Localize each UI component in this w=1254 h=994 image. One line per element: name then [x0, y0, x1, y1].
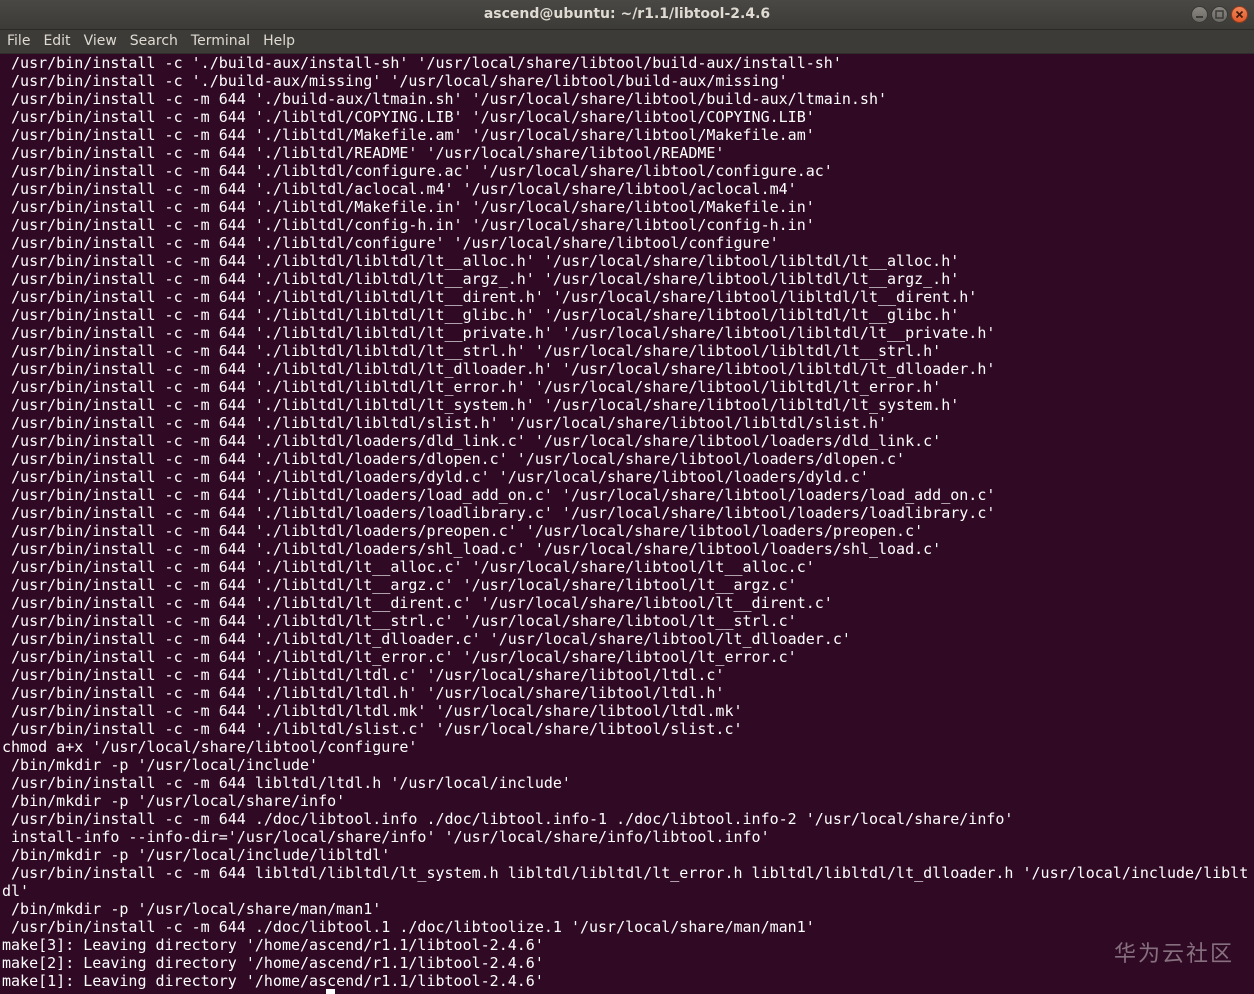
window-controls	[1188, 6, 1248, 23]
terminal-line: /usr/bin/install -c -m 644 './libltdl/li…	[2, 252, 960, 270]
terminal-line: /usr/bin/install -c -m 644 './build-aux/…	[2, 90, 888, 108]
terminal-line: /usr/bin/install -c './build-aux/install…	[2, 54, 842, 72]
terminal-line: /usr/bin/install -c -m 644 './libltdl/CO…	[2, 108, 815, 126]
title-bar[interactable]: ascend@ubuntu: ~/r1.1/libtool-2.4.6	[0, 0, 1254, 30]
terminal-line: /usr/bin/install -c -m 644 './libltdl/co…	[2, 216, 815, 234]
minimize-button[interactable]	[1191, 6, 1208, 23]
terminal-line: /usr/bin/install -c -m 644 './libltdl/lo…	[2, 468, 869, 486]
terminal-line: /usr/bin/install -c -m 644 './libltdl/lo…	[2, 432, 942, 450]
menu-view[interactable]: View	[77, 30, 123, 53]
menu-search[interactable]: Search	[123, 30, 184, 53]
terminal-line: /usr/bin/install -c -m 644 './libltdl/RE…	[2, 144, 725, 162]
terminal-line: /usr/bin/install -c -m 644 './libltdl/lt…	[2, 702, 743, 720]
terminal-line: /usr/bin/install -c -m 644 './libltdl/li…	[2, 288, 978, 306]
terminal-line: /usr/bin/install -c -m 644 libltdl/liblt…	[2, 864, 1249, 882]
terminal-line: /usr/bin/install -c -m 644 './libltdl/co…	[2, 234, 779, 252]
terminal-line: /usr/bin/install -c -m 644 ./doc/libtool…	[2, 810, 1014, 828]
terminal-line: /usr/bin/install -c -m 644 './libltdl/lt…	[2, 630, 851, 648]
terminal-line: make[2]: Leaving directory '/home/ascend…	[2, 954, 544, 972]
terminal-line: /usr/bin/install -c -m 644 './libltdl/co…	[2, 162, 833, 180]
terminal-line: /usr/bin/install -c -m 644 './libltdl/lt…	[2, 594, 833, 612]
terminal-line: /usr/bin/install -c -m 644 './libltdl/lo…	[2, 450, 906, 468]
terminal-line: /usr/bin/install -c -m 644 './libltdl/li…	[2, 306, 960, 324]
terminal-line: /usr/bin/install -c -m 644 './libltdl/li…	[2, 324, 996, 342]
terminal-line: /usr/bin/install -c -m 644 './libltdl/lt…	[2, 612, 797, 630]
terminal-output[interactable]: /usr/bin/install -c './build-aux/install…	[0, 54, 1250, 994]
window-title: ascend@ubuntu: ~/r1.1/libtool-2.4.6	[483, 6, 771, 22]
terminal-line: /usr/bin/install -c -m 644 './libltdl/ac…	[2, 180, 797, 198]
terminal-line: /usr/bin/install -c -m 644 './libltdl/li…	[2, 396, 960, 414]
terminal-line: /usr/bin/install -c -m 644 './libltdl/lo…	[2, 540, 942, 558]
maximize-icon	[1215, 10, 1224, 19]
terminal-line: chmod a+x '/usr/local/share/libtool/conf…	[2, 738, 418, 756]
terminal-line: /usr/bin/install -c -m 644 './libltdl/Ma…	[2, 198, 815, 216]
terminal-line: /usr/bin/install -c -m 644 './libltdl/li…	[2, 414, 888, 432]
menu-edit[interactable]: Edit	[36, 30, 76, 53]
terminal-line: dl'	[2, 882, 30, 900]
terminal-line: make[1]: Leaving directory '/home/ascend…	[2, 972, 544, 990]
terminal-line: /usr/bin/install -c -m 644 './libltdl/lo…	[2, 522, 924, 540]
terminal-line: /usr/bin/install -c -m 644 './libltdl/lo…	[2, 486, 996, 504]
terminal-line: /usr/bin/install -c -m 644 './libltdl/sl…	[2, 720, 743, 738]
terminal-line: /usr/bin/install -c -m 644 './libltdl/lt…	[2, 576, 797, 594]
terminal-line: /usr/bin/install -c './build-aux/missing…	[2, 72, 788, 90]
terminal-line: /usr/bin/install -c -m 644 './libltdl/li…	[2, 342, 942, 360]
terminal-line: /usr/bin/install -c -m 644 './libltdl/lt…	[2, 666, 725, 684]
minimize-icon	[1196, 16, 1203, 18]
menu-bar: File Edit View Search Terminal Help	[0, 30, 1254, 54]
menu-file[interactable]: File	[0, 30, 36, 53]
terminal-line: /bin/mkdir -p '/usr/local/share/man/man1…	[2, 900, 382, 918]
terminal-line: /usr/bin/install -c -m 644 ./doc/libtool…	[2, 918, 815, 936]
menu-terminal[interactable]: Terminal	[184, 30, 256, 53]
terminal-line: /usr/bin/install -c -m 644 './libltdl/li…	[2, 270, 960, 288]
terminal-line: make[3]: Leaving directory '/home/ascend…	[2, 936, 544, 954]
maximize-button[interactable]	[1211, 6, 1228, 23]
terminal-line: /usr/bin/install -c -m 644 './libltdl/lo…	[2, 504, 996, 522]
watermark-logo: 华为云社区	[1113, 942, 1234, 967]
terminal-line: /bin/mkdir -p '/usr/local/share/info'	[2, 792, 346, 810]
terminal-line: /usr/bin/install -c -m 644 './libltdl/lt…	[2, 648, 797, 666]
terminal-line: /bin/mkdir -p '/usr/local/include'	[2, 756, 319, 774]
scrollbar[interactable]	[1249, 54, 1254, 994]
close-button[interactable]	[1231, 6, 1248, 23]
terminal-line: /usr/bin/install -c -m 644 './libltdl/lt…	[2, 558, 815, 576]
menu-help[interactable]: Help	[256, 30, 301, 53]
terminal-line: /usr/bin/install -c -m 644 './libltdl/lt…	[2, 684, 725, 702]
terminal-line: /usr/bin/install -c -m 644 './libltdl/li…	[2, 378, 942, 396]
close-icon	[1235, 10, 1244, 19]
terminal-line: /usr/bin/install -c -m 644 libltdl/ltdl.…	[2, 774, 571, 792]
terminal-line: install-info --info-dir='/usr/local/shar…	[2, 828, 770, 846]
terminal-window: ascend@ubuntu: ~/r1.1/libtool-2.4.6 File…	[0, 0, 1254, 994]
terminal-cursor	[326, 989, 335, 994]
terminal-line: /usr/bin/install -c -m 644 './libltdl/Ma…	[2, 126, 815, 144]
terminal-line: /usr/bin/install -c -m 644 './libltdl/li…	[2, 360, 996, 378]
terminal-line: /bin/mkdir -p '/usr/local/include/libltd…	[2, 846, 391, 864]
